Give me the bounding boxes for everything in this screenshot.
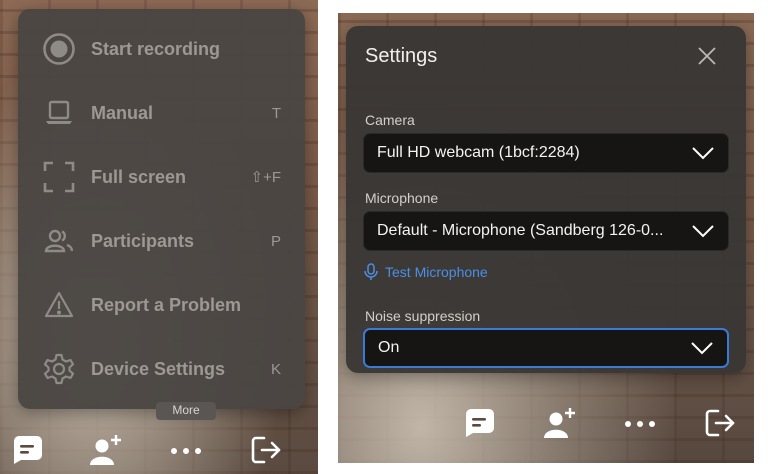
camera-select[interactable]: Full HD webcam (1bcf:2284)	[363, 133, 729, 173]
noise-suppression-select-value: On	[378, 339, 400, 356]
camera-select-value: Full HD webcam (1bcf:2284)	[377, 144, 580, 161]
menu-item-label: Device Settings	[91, 358, 226, 379]
leave-icon	[703, 406, 737, 445]
microphone-select[interactable]: Default - Microphone (Sandberg 126-0...	[363, 211, 729, 251]
dialog-title: Settings	[365, 45, 438, 67]
menu-item-label: Manual	[91, 102, 154, 123]
laptop-icon	[41, 95, 77, 131]
menu-item-label: Report a Problem	[91, 294, 242, 315]
record-icon	[41, 31, 77, 67]
menu-item-device-settings[interactable]: Device Settings K	[18, 337, 305, 401]
menu-item-shortcut: T	[271, 104, 281, 122]
more-icon	[169, 433, 203, 472]
call-toolbar	[338, 403, 754, 447]
chevron-down-icon	[691, 342, 713, 355]
add-participant-button[interactable]	[542, 407, 578, 443]
menu-item-participants[interactable]: Participants P	[18, 209, 305, 273]
close-icon	[694, 47, 720, 73]
noise-suppression-label: Noise suppression	[365, 308, 481, 324]
test-microphone-link[interactable]: Test Microphone	[363, 263, 488, 281]
chevron-down-icon	[692, 225, 714, 238]
add-participant-icon	[543, 406, 577, 445]
chat-button[interactable]	[462, 407, 498, 443]
leave-icon	[249, 433, 283, 472]
microphone-icon	[364, 263, 378, 280]
settings-dialog: Settings Camera Full HD webcam (1bcf:228…	[346, 26, 746, 373]
test-microphone-label: Test Microphone	[385, 264, 488, 280]
menu-item-report-problem[interactable]: Report a Problem	[18, 273, 305, 337]
more-tooltip: More	[156, 402, 216, 420]
menu-item-start-recording[interactable]: Start recording	[18, 17, 305, 81]
more-menu: Start recording Manual T Full screen ⇧+F…	[18, 9, 305, 409]
warning-icon	[41, 287, 77, 323]
close-button[interactable]	[694, 43, 720, 69]
leave-button[interactable]	[702, 407, 738, 443]
noise-suppression-select[interactable]: On	[363, 328, 729, 368]
menu-item-shortcut: P	[270, 232, 281, 250]
menu-item-shortcut: ⇧+F	[250, 169, 282, 186]
more-button[interactable]	[622, 407, 658, 443]
add-participant-icon	[89, 433, 123, 472]
chevron-down-icon	[692, 147, 714, 160]
participants-icon	[41, 223, 77, 259]
call-toolbar	[0, 430, 318, 474]
chat-button[interactable]	[10, 434, 46, 470]
camera-label: Camera	[365, 112, 415, 128]
menu-item-label: Start recording	[91, 38, 221, 59]
add-participant-button[interactable]	[88, 434, 124, 470]
chat-icon	[11, 433, 45, 472]
settings-panel: Settings Camera Full HD webcam (1bcf:228…	[338, 13, 754, 463]
gear-icon	[41, 351, 77, 387]
more-icon	[623, 406, 657, 445]
menu-item-label: Full screen	[91, 166, 187, 187]
more-button[interactable]	[168, 434, 204, 470]
microphone-select-value: Default - Microphone (Sandberg 126-0...	[377, 222, 664, 239]
fullscreen-icon	[41, 159, 77, 195]
microphone-label: Microphone	[365, 190, 439, 206]
chat-icon	[463, 406, 497, 445]
menu-item-manual[interactable]: Manual T	[18, 81, 305, 145]
menu-item-full-screen[interactable]: Full screen ⇧+F	[18, 145, 305, 209]
leave-button[interactable]	[248, 434, 284, 470]
more-menu-panel: Start recording Manual T Full screen ⇧+F…	[0, 0, 318, 474]
menu-item-label: Participants	[91, 230, 195, 251]
menu-item-shortcut: K	[270, 360, 281, 378]
